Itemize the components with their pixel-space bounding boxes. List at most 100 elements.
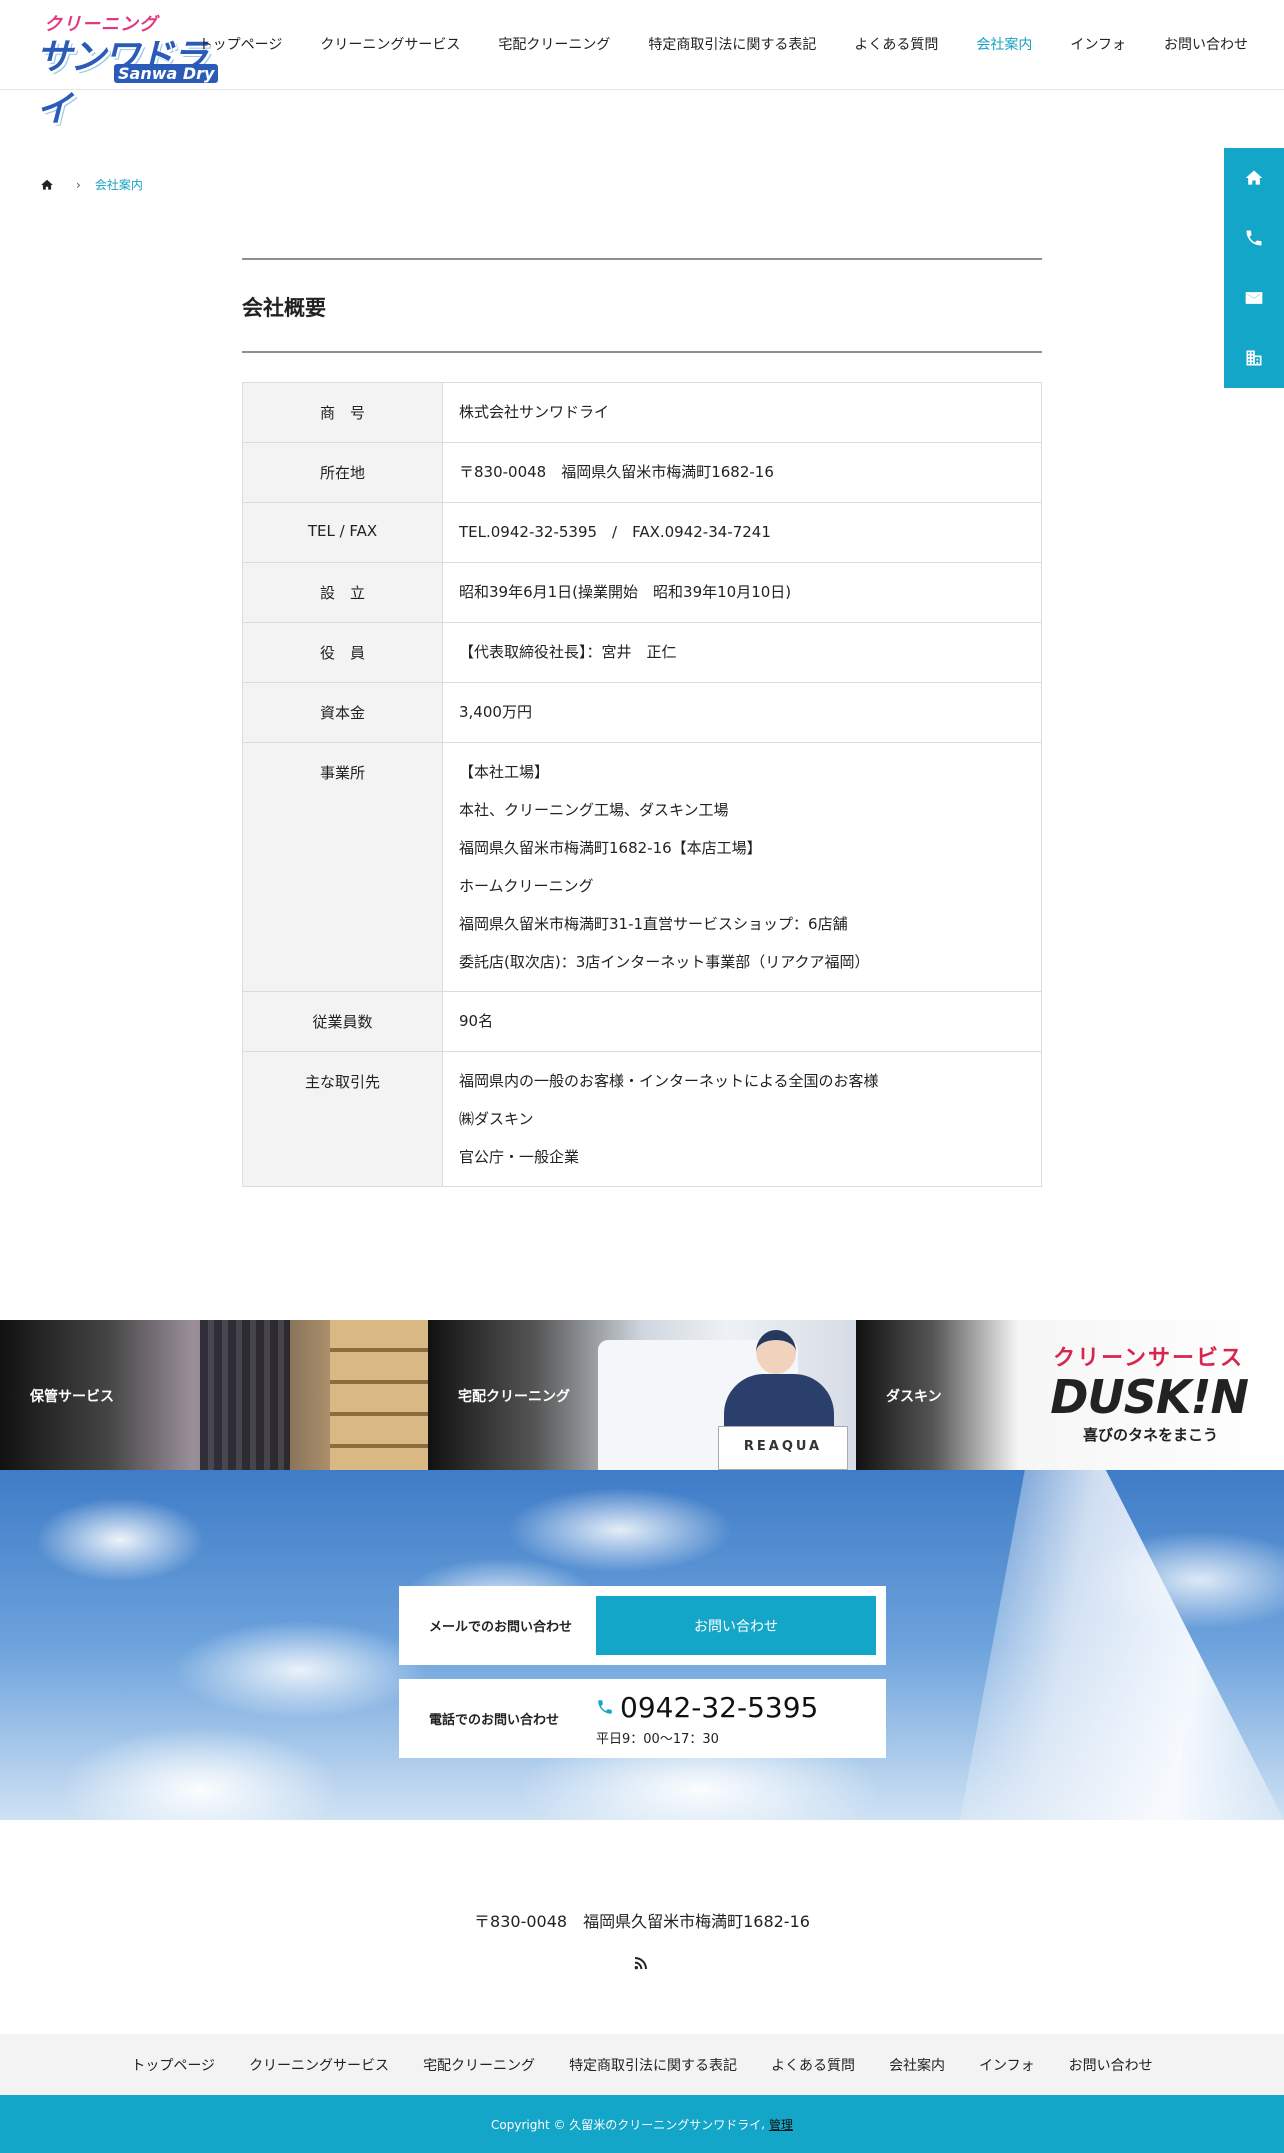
side-company-button[interactable]: [1224, 328, 1284, 388]
nav-item-top[interactable]: トップページ: [199, 34, 283, 54]
row-value-line: 福岡県久留米市梅満町1682-16【本店工場】: [459, 839, 762, 857]
staff-head: [756, 1330, 796, 1374]
banner-label: ダスキン: [886, 1389, 942, 1405]
staff-box: REAQUA: [718, 1426, 848, 1470]
copyright-separator: ,: [761, 2117, 769, 2131]
row-label: 主な取引先: [242, 1051, 443, 1187]
banner-image-shelf: [330, 1320, 428, 1470]
row-value-line: ホームクリーニング: [459, 877, 594, 895]
nav-item-faq[interactable]: よくある質問: [854, 34, 938, 54]
row-value-line: 本社、クリーニング工場、ダスキン工場: [459, 801, 729, 819]
nav-item-delivery-cleaning[interactable]: 宅配クリーニング: [498, 34, 610, 54]
rss-icon: [634, 1957, 647, 1970]
contact-tel-number-text: 0942-32-5395: [620, 1690, 819, 1724]
footer-address: 〒830-0048 福岡県久留米市梅満町1682-16: [474, 1912, 810, 1931]
row-label: 所在地: [242, 442, 443, 503]
row-value: 【本社工場】 本社、クリーニング工場、ダスキン工場 福岡県久留米市梅満町1682…: [442, 742, 1042, 992]
table-row: 事業所 【本社工場】 本社、クリーニング工場、ダスキン工場 福岡県久留米市梅満町…: [242, 742, 1042, 992]
site-header: クリーニング サンワドライ Sanwa Dry トップページ クリーニングサービ…: [0, 0, 1284, 130]
footer-nav-contact[interactable]: お問い合わせ: [1069, 2055, 1153, 2075]
rss-link[interactable]: [633, 1955, 651, 1973]
duskin-logo-tagline: 喜びのタネをまこう: [1082, 1426, 1218, 1444]
side-mail-button[interactable]: [1224, 268, 1284, 328]
duskin-logo: DUSK!N: [1050, 1370, 1249, 1424]
duskin-logo-top: クリーンサービス: [1053, 1346, 1244, 1371]
contact-tel-row: 電話でのお問い合わせ 0942-32-5395 平日9：00〜17：30: [399, 1679, 886, 1758]
home-icon: [41, 179, 53, 190]
chevron-right-icon: ›: [76, 177, 81, 192]
page-title-block: 会社概要: [242, 258, 1042, 353]
table-row: 従業員数 90名: [242, 991, 1042, 1052]
global-nav: トップページ クリーニングサービス 宅配クリーニング 特定商取引法に関する表記 …: [161, 34, 1248, 54]
row-value-line: ㈱ダスキン: [459, 1110, 534, 1128]
mail-icon: [1245, 292, 1263, 304]
contact-tel-hours: 平日9：00〜17：30: [596, 1731, 719, 1747]
row-value-line: 【本社工場】: [459, 763, 550, 781]
row-label: 設 立: [242, 562, 443, 623]
copyright-bar: Copyright © 久留米のクリーニングサンワドライ , 管理: [0, 2095, 1284, 2153]
table-row: 資本金 3,400万円: [242, 682, 1042, 743]
nav-item-contact[interactable]: お問い合わせ: [1164, 34, 1248, 54]
table-row: 設 立 昭和39年6月1日(操業開始 昭和39年10月10日): [242, 562, 1042, 623]
footer-nav-cleaning-service[interactable]: クリーニングサービス: [249, 2055, 389, 2075]
background-cloth-image: [960, 1470, 1284, 1820]
row-label: 事業所: [242, 742, 443, 992]
row-value: 株式会社サンワドライ: [442, 382, 1042, 443]
breadcrumb-current: 会社案内: [94, 178, 143, 192]
table-row: 所在地 〒830-0048 福岡県久留米市梅満町1682-16: [242, 442, 1042, 503]
row-label: 商 号: [242, 382, 443, 443]
footer-nav-top[interactable]: トップページ: [131, 2055, 215, 2075]
row-value: 3,400万円: [442, 682, 1042, 743]
breadcrumb: › 会社案内: [40, 176, 143, 193]
table-row: 主な取引先 福岡県内の一般のお客様・インターネットによる全国のお客様 ㈱ダスキン…: [242, 1051, 1042, 1187]
row-value: 福岡県内の一般のお客様・インターネットによる全国のお客様 ㈱ダスキン 官公庁・一…: [442, 1051, 1042, 1187]
phone-icon: [1246, 230, 1262, 246]
row-value-line: 福岡県久留米市梅満町31-1直営サービスショップ：6店舗: [459, 915, 848, 933]
row-value: 昭和39年6月1日(操業開始 昭和39年10月10日): [442, 562, 1042, 623]
row-label: 従業員数: [242, 991, 443, 1052]
side-quick-links: [1224, 148, 1284, 388]
banner-image-staff: REAQUA: [718, 1330, 848, 1470]
row-label: TEL / FAX: [242, 502, 443, 563]
contact-tel-number[interactable]: 0942-32-5395: [596, 1691, 818, 1724]
row-value-line: 官公庁・一般企業: [459, 1148, 580, 1166]
logo-sub-text: Sanwa Dry: [114, 64, 219, 83]
nav-item-info[interactable]: インフォ: [1070, 34, 1126, 54]
row-label: 役 員: [242, 622, 443, 683]
contact-mail-row: メールでのお問い合わせ お問い合わせ: [399, 1586, 886, 1665]
table-row: TEL / FAX TEL.0942-32-5395 / FAX.0942-34…: [242, 502, 1042, 563]
footer-nav-info[interactable]: インフォ: [979, 2055, 1035, 2075]
footer-nav: トップページ クリーニングサービス 宅配クリーニング 特定商取引法に関する表記 …: [0, 2034, 1284, 2095]
footer-nav-delivery-cleaning[interactable]: 宅配クリーニング: [423, 2055, 535, 2075]
banner-duskin[interactable]: ダスキン クリーンサービス DUSK!N 喜びのタネをまこう: [856, 1320, 1284, 1470]
nav-item-cleaning-service[interactable]: クリーニングサービス: [320, 34, 460, 54]
footer-nav-company[interactable]: 会社案内: [889, 2055, 945, 2075]
contact-box: メールでのお問い合わせ お問い合わせ 電話でのお問い合わせ 0942-32-53…: [399, 1586, 886, 1758]
row-value: 90名: [442, 991, 1042, 1052]
building-icon: [1246, 350, 1262, 366]
company-info-table: 商 号 株式会社サンワドライ 所在地 〒830-0048 福岡県久留米市梅満町1…: [242, 382, 1042, 1187]
side-phone-button[interactable]: [1224, 208, 1284, 268]
page-title: 会社概要: [242, 296, 326, 320]
admin-link[interactable]: 管理: [769, 2116, 793, 2133]
nav-item-company[interactable]: 会社案内: [976, 34, 1032, 54]
copyright-text: Copyright © 久留米のクリーニングサンワドライ: [491, 2117, 762, 2132]
footer-nav-commercial-law[interactable]: 特定商取引法に関する表記: [569, 2055, 737, 2075]
banner-storage-service[interactable]: 保管サービス: [0, 1320, 428, 1470]
table-row: 役 員 【代表取締役社長】：宮井 正仁: [242, 622, 1042, 683]
contact-mail-button[interactable]: お問い合わせ: [596, 1596, 876, 1655]
side-home-button[interactable]: [1224, 148, 1284, 208]
row-value: 〒830-0048 福岡県久留米市梅満町1682-16: [442, 442, 1042, 503]
row-value: 【代表取締役社長】：宮井 正仁: [442, 622, 1042, 683]
home-icon: [1245, 170, 1263, 185]
contact-tel-block: 0942-32-5395 平日9：00〜17：30: [596, 1691, 818, 1747]
banner-label: 宅配クリーニング: [458, 1389, 570, 1405]
footer-nav-faq[interactable]: よくある質問: [771, 2055, 855, 2075]
banner-delivery-cleaning[interactable]: REAQUA 宅配クリーニング: [428, 1320, 856, 1470]
service-banners: 保管サービス REAQUA 宅配クリーニング ダスキン クリーンサービス DUS…: [0, 1320, 1284, 1470]
row-value: TEL.0942-32-5395 / FAX.0942-34-7241: [442, 502, 1042, 563]
nav-item-commercial-law[interactable]: 特定商取引法に関する表記: [648, 34, 816, 54]
row-value-line: 委託店(取次店)：3店インターネット事業部（リアクア福岡）: [459, 953, 870, 971]
banner-image-clothes-rack: [200, 1320, 290, 1470]
breadcrumb-home-link[interactable]: [40, 178, 54, 192]
